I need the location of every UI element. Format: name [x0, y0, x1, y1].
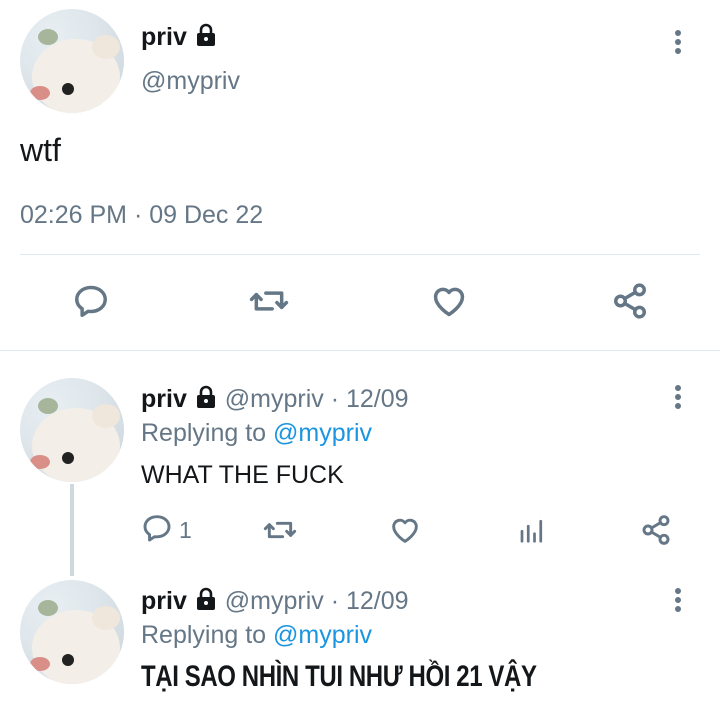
tweet-text: wtf	[20, 132, 61, 168]
display-name[interactable]: priv	[141, 385, 187, 413]
replying-to-link[interactable]: @mypriv	[273, 419, 372, 447]
more-options-icon[interactable]	[675, 30, 681, 57]
analytics-icon[interactable]	[517, 514, 547, 551]
handle[interactable]: @mypriv	[225, 385, 324, 413]
like-icon[interactable]	[430, 282, 468, 325]
share-icon[interactable]	[639, 514, 673, 551]
thread-line	[70, 484, 74, 576]
timestamp: 02:26 PM · 09 Dec 22	[20, 201, 264, 229]
reply-icon[interactable]	[72, 282, 110, 325]
display-name[interactable]: priv	[141, 23, 187, 51]
lock-icon	[194, 23, 218, 54]
section-divider	[0, 350, 720, 351]
handle[interactable]: @mypriv	[141, 66, 240, 96]
avatar[interactable]	[20, 9, 124, 113]
retweet-icon[interactable]	[263, 514, 297, 551]
lock-icon	[194, 385, 218, 416]
divider	[20, 254, 700, 255]
more-options-icon[interactable]	[675, 385, 681, 412]
reply-icon	[141, 512, 173, 549]
tweet-text: TẠI SAO NHÌN TUI NHƯ HỒI 21 VẬY	[141, 660, 537, 693]
avatar[interactable]	[20, 378, 124, 482]
like-icon[interactable]	[389, 514, 421, 551]
reply-count: 1	[179, 516, 192, 543]
replying-to-link[interactable]: @mypriv	[273, 621, 372, 649]
retweet-icon[interactable]	[249, 282, 289, 325]
tweet-date: · 12/09	[330, 385, 409, 413]
tweet-text: WHAT THE FUCK	[141, 461, 344, 489]
lock-icon	[194, 587, 218, 618]
display-name[interactable]: priv	[141, 587, 187, 615]
replying-to-label: Replying to	[141, 419, 267, 447]
handle[interactable]: @mypriv	[225, 587, 324, 615]
reply-button[interactable]: 1	[141, 512, 192, 548]
more-options-icon[interactable]	[675, 588, 681, 615]
replying-to-label: Replying to	[141, 621, 267, 649]
share-icon[interactable]	[610, 282, 650, 325]
avatar[interactable]	[20, 580, 124, 684]
tweet-date: · 12/09	[330, 587, 409, 615]
